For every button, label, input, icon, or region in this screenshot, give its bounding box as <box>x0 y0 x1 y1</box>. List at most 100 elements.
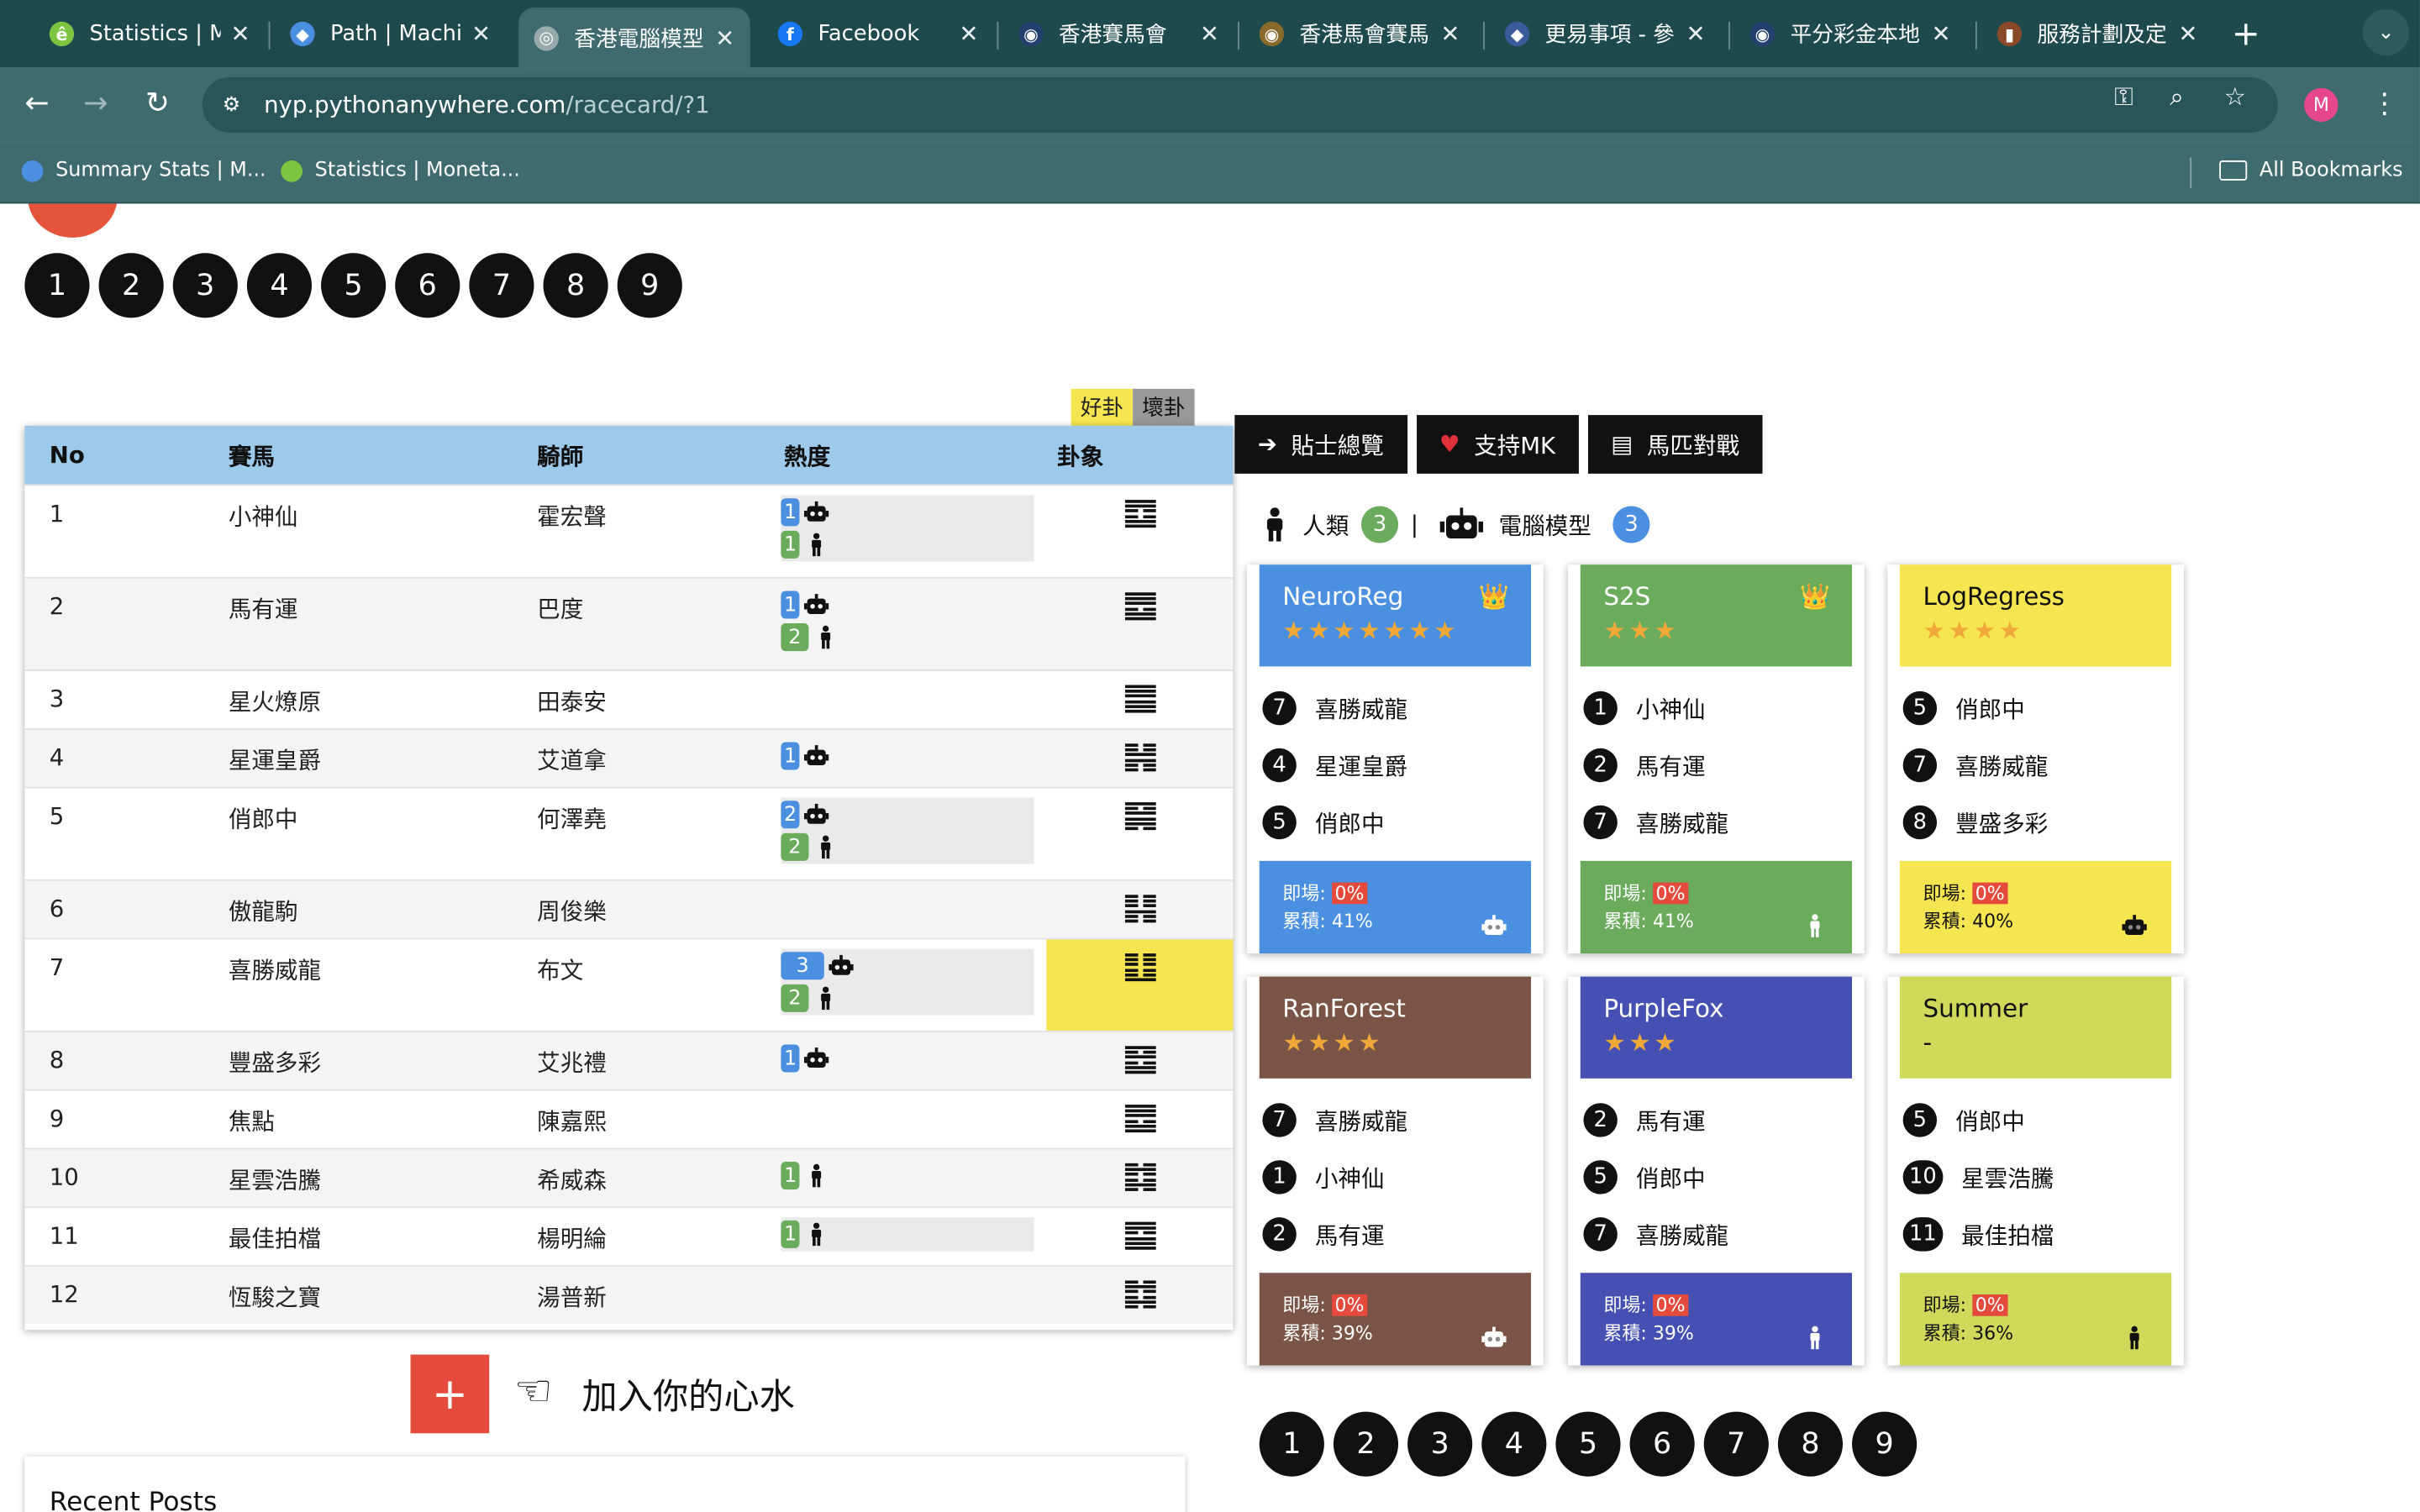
pager-top-race-6[interactable]: 6 <box>395 253 460 318</box>
model-pick: 7 喜勝威龍 <box>1262 1103 1407 1137</box>
pager-top-race-2[interactable]: 2 <box>98 253 164 318</box>
row-no: 12 <box>49 1280 79 1309</box>
tips-overview-button[interactable]: ➔ 貼士總覽 <box>1234 415 1407 474</box>
browser-tab[interactable]: f Facebook ✕ <box>762 9 994 59</box>
pager-bottom-race-5[interactable]: 5 <box>1555 1411 1621 1477</box>
table-row[interactable]: 10 星雲浩騰 希威森 1 <box>24 1147 1234 1207</box>
pick-horse: 喜勝威龍 <box>1314 1106 1408 1135</box>
address-bar[interactable]: ⚙ nyp.pythonanywhere.com/racecard/?1 <box>202 76 2278 133</box>
model-pick: 5 俏郎中 <box>1902 1103 2025 1137</box>
add-heart-label[interactable]: 加入你的心水 <box>581 1367 794 1419</box>
reload-icon[interactable]: ↻ <box>139 87 176 120</box>
bookmark-item[interactable]: Statistics | Moneta... <box>281 159 520 182</box>
profile-avatar[interactable]: M <box>2304 87 2338 123</box>
person-icon <box>2129 1326 2139 1350</box>
model-card[interactable]: Summer - 5 俏郎中 10 星雲浩騰 11 最佳拍檔 即場: 0% 累積: 36% <box>1887 976 2184 1366</box>
close-tab-icon[interactable]: ✕ <box>1440 20 1460 48</box>
model-card[interactable]: PurpleFox ★★★ 2 馬有運 5 俏郎中 7 喜勝威龍 即場: 0% 累積: 39% <box>1568 976 1865 1366</box>
pager-top-race-4[interactable]: 4 <box>246 253 313 318</box>
support-mk-button[interactable]: ♥ 支持MK <box>1416 415 1579 474</box>
browser-tab[interactable]: ◆ 更易事項 - 參 ✕ <box>1489 9 1721 59</box>
pager-top-race-1[interactable]: 1 <box>24 253 90 318</box>
close-tab-icon[interactable]: ✕ <box>959 20 978 48</box>
pager-top-race-3[interactable]: 3 <box>172 253 238 318</box>
close-tab-icon[interactable]: ✕ <box>715 24 734 51</box>
horse-name: 最佳拍檔 <box>228 1225 322 1253</box>
browser-tab[interactable]: ◎ 香港電腦模型 ✕ <box>518 8 750 68</box>
pager-bottom-race-9[interactable]: 9 <box>1852 1411 1918 1477</box>
hexagram-icon <box>1046 1032 1233 1089</box>
table-row[interactable]: 5 俏郎中 何澤堯 2 2 <box>24 786 1234 879</box>
back-icon[interactable]: ← <box>18 87 55 120</box>
pick-number: 5 <box>1902 690 1938 726</box>
pager-top-race-5[interactable]: 5 <box>321 253 387 318</box>
pager-bottom-race-1[interactable]: 1 <box>1259 1411 1324 1477</box>
pick-number: 11 <box>1902 1217 1944 1252</box>
bookmarks-bar: Summary Stats | M... Statistics | Moneta… <box>0 141 2420 204</box>
pager-bottom-race-2[interactable]: 2 <box>1333 1411 1399 1477</box>
new-tab-button[interactable]: + <box>2232 15 2260 54</box>
heat-bar: 32 <box>781 948 1034 1016</box>
menu-icon[interactable]: ⋮ <box>2370 88 2398 121</box>
browser-tab[interactable]: ê Statistics | M ✕ <box>34 9 266 59</box>
pager-top-race-7[interactable]: 7 <box>469 253 534 318</box>
pager-top-race-9[interactable]: 9 <box>617 253 682 318</box>
tab-search-button[interactable]: ⌄ <box>2362 9 2410 56</box>
table-row[interactable]: 9 焦點 陳嘉熙 <box>24 1089 1234 1148</box>
table-row[interactable]: 7 喜勝威龍 布文 3 2 <box>24 937 1234 1031</box>
table-row[interactable]: 1 小神仙 霍宏聲 1 1 <box>24 484 1234 577</box>
close-tab-icon[interactable]: ✕ <box>1686 20 1705 48</box>
pager-bottom-race-4[interactable]: 4 <box>1481 1411 1547 1477</box>
forward-icon[interactable]: → <box>77 87 114 120</box>
today-rate: 0% <box>1331 1294 1368 1316</box>
model-card-header: S2S ★★★ 👑 <box>1580 564 1853 667</box>
horse-duel-button[interactable]: ▤ 馬匹對戰 <box>1587 415 1763 474</box>
bookmark-item[interactable]: Summary Stats | M... <box>21 159 266 182</box>
row-no: 3 <box>49 685 65 713</box>
model-card[interactable]: RanForest ★★★★ 7 喜勝威龍 1 小神仙 2 馬有運 即場: 0% 累積: 39% <box>1247 976 1544 1366</box>
table-row[interactable]: 4 星運皇爵 艾道拿 1 <box>24 727 1234 787</box>
table-row[interactable]: 11 最佳拍檔 楊明綸 1 <box>24 1206 1234 1265</box>
table-row[interactable]: 12 恆駿之寶 湯普新 <box>24 1265 1234 1324</box>
pager-bottom-race-7[interactable]: 7 <box>1703 1411 1769 1477</box>
pager-bottom-race-3[interactable]: 3 <box>1407 1411 1473 1477</box>
browser-tab[interactable]: ◆ Path | Machin ✕ <box>275 9 507 59</box>
close-tab-icon[interactable]: ✕ <box>2178 20 2197 48</box>
password-key-icon[interactable]: ⚿ <box>2114 81 2133 113</box>
site-info-icon[interactable]: ⚙ <box>218 91 245 118</box>
browser-tab[interactable]: ◉ 香港賽馬會 ✕ <box>1003 9 1235 59</box>
jockey-name: 田泰安 <box>537 688 607 717</box>
tab-favicon-icon: ◉ <box>1749 21 1776 47</box>
robot-icon <box>804 803 829 824</box>
pick-number: 2 <box>1262 1217 1297 1252</box>
tab-favicon-icon: ◆ <box>1504 21 1530 47</box>
model-card[interactable]: NeuroReg ★★★★★★★ 👑 7 喜勝威龍 4 星運皇爵 5 俏郎中 即場: 0% 累積: … <box>1247 564 1544 954</box>
arrow-circle-icon: ➔ <box>1257 430 1278 459</box>
table-row[interactable]: 3 星火燎原 田泰安 <box>24 669 1234 728</box>
url-text: nyp.pythonanywhere.com/racecard/?1 <box>264 91 710 119</box>
table-row[interactable]: 2 馬有運 巴度 1 2 <box>24 576 1234 670</box>
model-card[interactable]: LogRegress ★★★★ 5 俏郎中 7 喜勝威龍 8 豐盛多彩 即場: 0% 累積: 40… <box>1887 564 2184 954</box>
browser-tab[interactable]: ◉ 平分彩金本地 ✕ <box>1734 9 1966 59</box>
pager-bottom-race-8[interactable]: 8 <box>1777 1411 1844 1477</box>
pick-horse: 最佳拍檔 <box>1961 1221 2054 1249</box>
browser-tab[interactable]: ◉ 香港馬會賽馬 ✕ <box>1244 9 1476 59</box>
pager-top-race-8[interactable]: 8 <box>543 253 608 318</box>
human-heat-count: 1 <box>781 530 800 559</box>
pager-bottom-race-6[interactable]: 6 <box>1629 1411 1695 1477</box>
add-button[interactable]: + <box>410 1354 490 1434</box>
close-tab-icon[interactable]: ✕ <box>471 20 491 48</box>
zoom-icon[interactable]: ⌕ <box>2170 81 2183 113</box>
model-card[interactable]: S2S ★★★ 👑 1 小神仙 2 馬有運 7 喜勝威龍 即場: 0% 累積: 41% <box>1568 564 1865 954</box>
table-row[interactable]: 6 傲龍駒 周俊樂 <box>24 879 1234 938</box>
all-bookmarks-button[interactable]: All Bookmarks <box>2219 159 2403 182</box>
heat-bar: 11 <box>781 495 1034 562</box>
table-row[interactable]: 8 豐盛多彩 艾兆禮 1 <box>24 1030 1234 1089</box>
rating-stars: ★★★★ <box>1282 1027 1384 1058</box>
close-tab-icon[interactable]: ✕ <box>230 20 250 48</box>
close-tab-icon[interactable]: ✕ <box>1931 20 1950 48</box>
browser-tab[interactable]: ▮ 服務計劃及定 ✕ <box>1981 9 2213 59</box>
bookmark-star-icon[interactable]: ☆ <box>2224 81 2246 111</box>
jockey-name: 霍宏聲 <box>537 502 607 531</box>
close-tab-icon[interactable]: ✕ <box>1200 20 1219 48</box>
